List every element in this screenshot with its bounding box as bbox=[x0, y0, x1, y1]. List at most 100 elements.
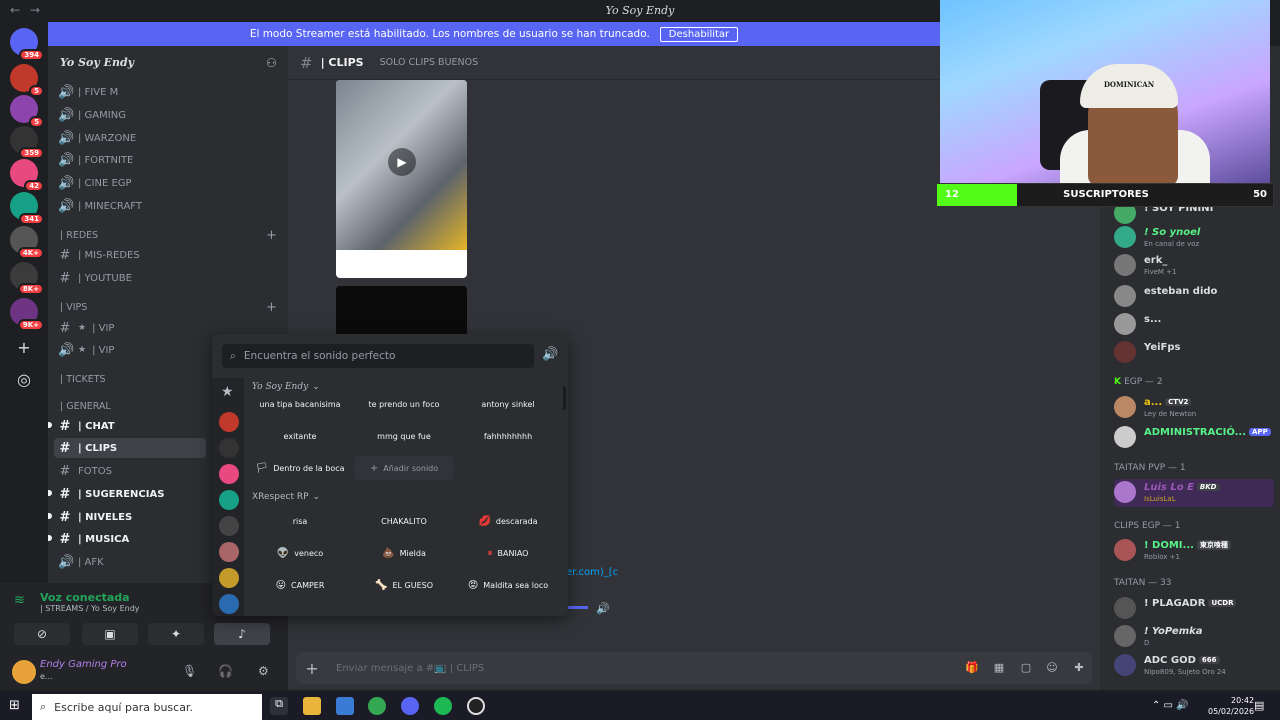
sound-button[interactable]: 😛 CAMPER bbox=[250, 573, 350, 597]
clock[interactable]: 20:42 05/02/2026 bbox=[1208, 695, 1254, 717]
invite-icon[interactable]: ⚇ bbox=[266, 56, 277, 70]
direct-messages-icon[interactable]: 394 bbox=[10, 28, 44, 61]
soundboard-search-input[interactable]: ⌕ Encuentra el sonido perfecto bbox=[222, 344, 534, 368]
spotify-icon[interactable] bbox=[434, 697, 452, 715]
server-icon[interactable] bbox=[219, 412, 239, 432]
avatar[interactable] bbox=[12, 660, 36, 684]
taskbar-search[interactable]: ⌕ Escribe aquí para buscar. bbox=[32, 694, 262, 720]
sound-button[interactable]: exitante bbox=[250, 424, 350, 448]
member-item[interactable]: ! PLAGADR UCDR bbox=[1114, 595, 1274, 623]
member-item[interactable]: ADC GOD 666 Nipo809, Sujeto Oro 24 bbox=[1114, 652, 1274, 680]
headphones-icon[interactable]: 🎧 bbox=[218, 664, 233, 678]
category-vips[interactable]: | VIPS bbox=[60, 302, 87, 313]
microphone-icon[interactable]: 🎙 bbox=[182, 664, 197, 678]
server-icon[interactable]: 341 bbox=[10, 192, 44, 225]
obs-icon[interactable] bbox=[467, 697, 485, 715]
store-icon[interactable] bbox=[336, 697, 354, 715]
apps-icon[interactable]: ✚ bbox=[1072, 661, 1086, 675]
voice-channel[interactable]: 🔊 | GAMING bbox=[58, 105, 278, 125]
server-folder-icon[interactable]: 4K+ bbox=[10, 226, 44, 259]
sound-button[interactable]: CHAKALITO bbox=[354, 509, 454, 533]
server-folder-icon[interactable]: 8K+ bbox=[10, 262, 44, 295]
add-attachment-icon[interactable]: + bbox=[296, 659, 328, 678]
voice-channel-label[interactable]: | STREAMS / Yo Soy Endy bbox=[40, 604, 140, 613]
server-icon[interactable] bbox=[219, 464, 239, 484]
gif-icon[interactable]: ▦ bbox=[992, 661, 1006, 675]
sound-button[interactable]: 💋 descarada bbox=[458, 509, 558, 533]
sticker-icon[interactable]: ▢ bbox=[1019, 661, 1033, 675]
notifications-icon[interactable]: ▤ bbox=[1254, 699, 1264, 712]
server-icon[interactable] bbox=[219, 594, 239, 614]
member-item[interactable]: YeiFps bbox=[1114, 339, 1274, 367]
user-name[interactable]: Endy Gaming Pro bbox=[40, 659, 127, 670]
favorites-star-icon[interactable]: ★ bbox=[221, 384, 234, 400]
sound-button[interactable]: 🦴 EL GUESO bbox=[354, 573, 454, 597]
play-icon[interactable]: ▶ bbox=[388, 148, 416, 176]
sound-button[interactable]: 👽 veneco bbox=[250, 541, 350, 565]
category-general[interactable]: | GENERAL bbox=[60, 401, 111, 412]
member-item[interactable]: a... CTV2 Ley de Newton bbox=[1114, 394, 1274, 422]
emoji-icon[interactable]: ☺ bbox=[1045, 661, 1059, 675]
volume-icon[interactable]: 🔊 bbox=[542, 347, 558, 362]
sound-group-header[interactable]: XRespect RP ⌄ bbox=[252, 492, 320, 502]
sound-button[interactable]: una tipa bacanisima bbox=[250, 392, 350, 416]
server-icon[interactable] bbox=[219, 542, 239, 562]
voice-channel[interactable]: 🔊 | MINECRAFT bbox=[58, 196, 278, 216]
member-item[interactable]: Luis Lo E BKD IsLuisLaL bbox=[1114, 479, 1274, 507]
category-redes[interactable]: | REDES bbox=[60, 230, 98, 241]
member-item[interactable]: erk_ FiveM +1 bbox=[1114, 252, 1274, 280]
server-icon[interactable]: 5 bbox=[10, 95, 44, 128]
tray-icons[interactable]: ⌃ ▭ 🔊 bbox=[1152, 700, 1189, 711]
gift-icon[interactable]: 🎁 bbox=[965, 661, 979, 675]
screen-share-icon[interactable]: ▣ bbox=[82, 623, 138, 645]
server-icon[interactable]: 42 bbox=[10, 159, 44, 192]
channel-topic[interactable]: SOLO CLIPS BUENOS bbox=[380, 57, 479, 68]
sound-button[interactable]: antony sinkel bbox=[458, 392, 558, 416]
add-sound-button[interactable]: + Añadir sonido bbox=[354, 456, 454, 480]
server-folder-icon[interactable]: 9K+ bbox=[10, 298, 44, 331]
voice-channel[interactable]: 🔊 | CINE EGP bbox=[58, 173, 278, 193]
file-explorer-icon[interactable] bbox=[303, 697, 321, 715]
disable-streamer-button[interactable]: Deshabilitar bbox=[659, 26, 739, 42]
text-channel-clips[interactable]: # | CLIPS bbox=[54, 438, 206, 458]
message-link[interactable]: er.com)_[c bbox=[566, 567, 618, 578]
category-tickets[interactable]: | TICKETS bbox=[60, 374, 106, 385]
task-view-icon[interactable]: ⧉ bbox=[270, 697, 288, 715]
server-icon[interactable]: 359 bbox=[10, 126, 44, 159]
text-channel[interactable]: # | YOUTUBE bbox=[58, 268, 278, 288]
text-channel[interactable]: # | MIS-REDES bbox=[58, 245, 278, 265]
server-icon[interactable] bbox=[219, 438, 239, 458]
sound-button[interactable]: risa bbox=[250, 509, 350, 533]
add-server-icon[interactable]: + bbox=[14, 338, 34, 358]
sound-button[interactable]: te prendo un foco bbox=[354, 392, 454, 416]
camera-off-icon[interactable]: ⊘ bbox=[14, 623, 70, 645]
voice-channel[interactable]: 🔊 | WARZONE bbox=[58, 128, 278, 148]
voice-channel[interactable]: 🔊 | FORTNITE bbox=[58, 150, 278, 170]
member-item[interactable]: ! So ynoel En canal de voz bbox=[1114, 224, 1274, 252]
explore-icon[interactable]: ◎ bbox=[14, 370, 34, 390]
create-channel-icon[interactable]: + bbox=[266, 228, 277, 243]
member-item[interactable]: esteban dido bbox=[1114, 283, 1274, 311]
server-icon[interactable] bbox=[219, 568, 239, 588]
sound-button[interactable]: fahhhhhhhh bbox=[458, 424, 558, 448]
activities-icon[interactable]: ✦ bbox=[148, 623, 204, 645]
server-icon[interactable] bbox=[219, 516, 239, 536]
video-attachment[interactable]: ▶ bbox=[336, 80, 467, 278]
sound-button[interactable]: 🏳 Dentro de la boca bbox=[250, 456, 350, 480]
audio-volume-slider[interactable]: 🔊 bbox=[566, 600, 622, 616]
discord-icon[interactable] bbox=[401, 697, 419, 715]
member-item[interactable]: ! YoPemka D bbox=[1114, 623, 1274, 651]
voice-channel[interactable]: 🔊 | FIVE M bbox=[58, 82, 278, 102]
video-attachment[interactable] bbox=[336, 286, 467, 336]
member-item[interactable]: s... bbox=[1114, 311, 1274, 339]
sound-group-header[interactable]: Yo Soy Endy ⌄ bbox=[252, 382, 320, 392]
member-item[interactable]: ! DOMI... 東京喰種 Roblox +1 bbox=[1114, 537, 1274, 565]
sound-button[interactable]: ⏸ BANIAO bbox=[458, 541, 558, 565]
create-channel-icon[interactable]: + bbox=[266, 300, 277, 315]
windows-start-icon[interactable]: ⊞ bbox=[9, 698, 20, 713]
sound-button[interactable]: 😡 Maldita sea loco bbox=[458, 573, 558, 597]
soundboard-icon[interactable]: ♪ bbox=[214, 623, 270, 645]
sound-button[interactable]: mmg que fue bbox=[354, 424, 454, 448]
server-icon[interactable]: 5 bbox=[10, 64, 44, 97]
member-item[interactable]: ADMINISTRACIÓ... APP bbox=[1114, 424, 1274, 452]
